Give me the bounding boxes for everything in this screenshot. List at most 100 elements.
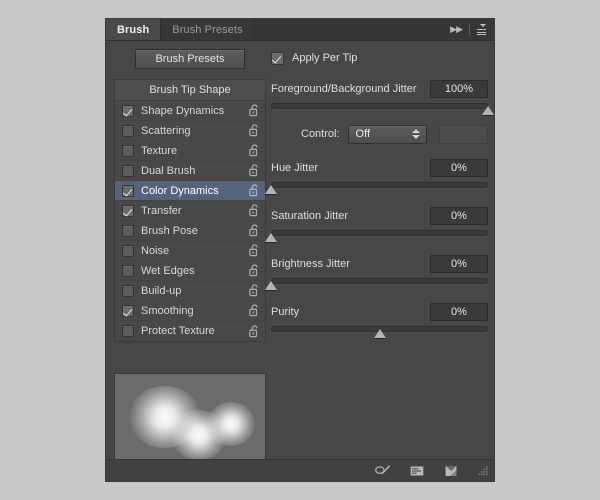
brush-option-checkbox[interactable]: [122, 164, 134, 177]
panel-footer: [106, 459, 494, 481]
apply-per-tip-checkbox[interactable]: [271, 51, 284, 65]
brush-option-label: Wet Edges: [141, 264, 195, 277]
brush-presets-button[interactable]: Brush Presets: [135, 49, 245, 69]
brush-option-label: Protect Texture: [141, 325, 215, 337]
brush-option-checkbox[interactable]: [122, 264, 134, 277]
control-selected-value: Off: [355, 128, 371, 140]
brush-option-row[interactable]: Transfer: [115, 201, 265, 221]
unlocked-padlock-icon[interactable]: [249, 144, 260, 157]
apply-per-tip-label: Apply Per Tip: [292, 52, 358, 64]
unlocked-padlock-icon[interactable]: [249, 304, 260, 317]
brush-option-row[interactable]: Protect Texture: [115, 321, 265, 341]
brush-option-row[interactable]: Noise: [115, 241, 265, 261]
fg-bg-jitter-thumb[interactable]: [482, 106, 494, 115]
unlocked-padlock-icon[interactable]: [249, 164, 260, 177]
brush-option-label: Smoothing: [141, 304, 194, 317]
fg-bg-jitter-label: Foreground/Background Jitter: [271, 83, 417, 95]
brush-options-list: Brush Tip Shape Shape Dynamics Scattering…: [114, 79, 266, 342]
hue-jitter-thumb[interactable]: [265, 185, 277, 194]
control-row: Control: Off: [271, 124, 488, 144]
purity-thumb[interactable]: [373, 329, 386, 338]
unlocked-padlock-icon[interactable]: [249, 104, 260, 117]
brush-option-checkbox[interactable]: [122, 224, 134, 237]
hue-jitter-row: Hue Jitter 0%: [271, 158, 488, 178]
brush-option-checkbox[interactable]: [122, 244, 134, 257]
purity-label: Purity: [271, 306, 300, 318]
brush-option-label: Shape Dynamics: [141, 104, 225, 117]
control-secondary-field: [438, 124, 488, 144]
panel-menu-icon[interactable]: [477, 23, 486, 36]
brush-stroke-preview: [114, 373, 266, 471]
saturation-jitter-value[interactable]: 0%: [430, 207, 488, 225]
fg-bg-jitter-track: [271, 103, 488, 109]
photoshop-brush-panel-screen: Brush Brush Presets ▶▶ Brush Presets Bru…: [0, 0, 600, 500]
unlocked-padlock-icon[interactable]: [249, 324, 260, 338]
fg-bg-jitter-row: Foreground/Background Jitter 100%: [271, 79, 488, 99]
tab-brush-presets[interactable]: Brush Presets: [161, 19, 255, 40]
double-chevron-right-icon[interactable]: ▶▶: [450, 25, 463, 34]
brightness-jitter-slider[interactable]: [265, 277, 488, 291]
unlocked-padlock-icon[interactable]: [249, 244, 260, 257]
brush-option-label: Build-up: [141, 284, 182, 297]
tool-divider: [469, 23, 470, 36]
brush-option-row[interactable]: Texture: [115, 141, 265, 161]
unlocked-padlock-icon[interactable]: [249, 264, 260, 277]
brush-option-label: Scattering: [141, 124, 191, 137]
color-dynamics-options: Apply Per Tip Foreground/Background Jitt…: [265, 49, 494, 347]
brightness-jitter-value[interactable]: 0%: [430, 255, 488, 273]
brush-option-checkbox[interactable]: [122, 204, 134, 217]
brush-option-row[interactable]: Wet Edges: [115, 261, 265, 281]
toggle-brush-icon[interactable]: [374, 464, 392, 478]
saturation-jitter-row: Saturation Jitter 0%: [271, 206, 488, 226]
unlocked-padlock-icon[interactable]: [249, 184, 260, 197]
brightness-jitter-row: Brightness Jitter 0%: [271, 254, 488, 274]
saturation-jitter-track: [271, 230, 488, 236]
brush-option-row[interactable]: Scattering: [115, 121, 265, 141]
brush-panel-icon[interactable]: [408, 464, 426, 478]
brightness-jitter-track: [271, 278, 488, 284]
brightness-jitter-thumb[interactable]: [265, 281, 277, 290]
apply-per-tip-checkbox-row[interactable]: Apply Per Tip: [271, 49, 488, 67]
unlocked-padlock-icon[interactable]: [249, 284, 260, 297]
brush-option-label: Transfer: [141, 204, 182, 217]
brush-option-label: Brush Pose: [141, 224, 198, 237]
brush-option-checkbox[interactable]: [122, 184, 134, 197]
brush-option-row[interactable]: Build-up: [115, 281, 265, 301]
brush-option-label: Texture: [141, 144, 178, 157]
control-dropdown[interactable]: Off: [347, 124, 427, 144]
unlocked-padlock-icon[interactable]: [249, 124, 260, 137]
brush-option-row[interactable]: Brush Pose: [115, 221, 265, 241]
brush-option-row[interactable]: Smoothing: [115, 301, 265, 321]
hue-jitter-value[interactable]: 0%: [430, 159, 488, 177]
brush-option-label: Noise: [141, 244, 170, 257]
tab-brush[interactable]: Brush: [106, 19, 162, 40]
brush-tip-shape-header[interactable]: Brush Tip Shape: [115, 80, 265, 101]
saturation-jitter-thumb[interactable]: [265, 233, 277, 242]
panel-tab-bar: Brush Brush Presets ▶▶: [106, 19, 494, 41]
control-label: Control:: [301, 128, 340, 140]
unlocked-padlock-icon[interactable]: [249, 224, 260, 237]
brush-option-checkbox[interactable]: [122, 284, 134, 297]
brush-option-row[interactable]: Shape Dynamics: [115, 101, 265, 121]
control-stepper-icon[interactable]: [411, 129, 420, 139]
brush-option-checkbox[interactable]: [122, 104, 134, 117]
fg-bg-jitter-slider[interactable]: [271, 102, 494, 116]
unlocked-padlock-icon[interactable]: [249, 204, 260, 217]
brush-option-checkbox[interactable]: [122, 304, 134, 317]
brush-option-checkbox[interactable]: [122, 124, 134, 137]
brush-option-checkbox[interactable]: [122, 325, 134, 337]
brush-option-row[interactable]: Dual Brush: [115, 161, 265, 181]
brush-option-row[interactable]: Color Dynamics: [115, 181, 265, 201]
purity-value[interactable]: 0%: [430, 303, 488, 321]
hue-jitter-slider[interactable]: [265, 181, 488, 195]
resize-grip-icon[interactable]: [478, 465, 488, 476]
panel-body: Brush Presets Brush Tip Shape Shape Dyna…: [106, 41, 494, 471]
saturation-jitter-label: Saturation Jitter: [271, 210, 349, 222]
brush-option-label: Color Dynamics: [141, 184, 219, 197]
brush-option-checkbox[interactable]: [122, 144, 134, 157]
new-brush-icon[interactable]: [442, 464, 460, 478]
purity-slider[interactable]: [271, 325, 488, 339]
brush-option-label: Dual Brush: [141, 164, 196, 177]
fg-bg-jitter-value[interactable]: 100%: [430, 80, 488, 98]
saturation-jitter-slider[interactable]: [265, 229, 488, 243]
